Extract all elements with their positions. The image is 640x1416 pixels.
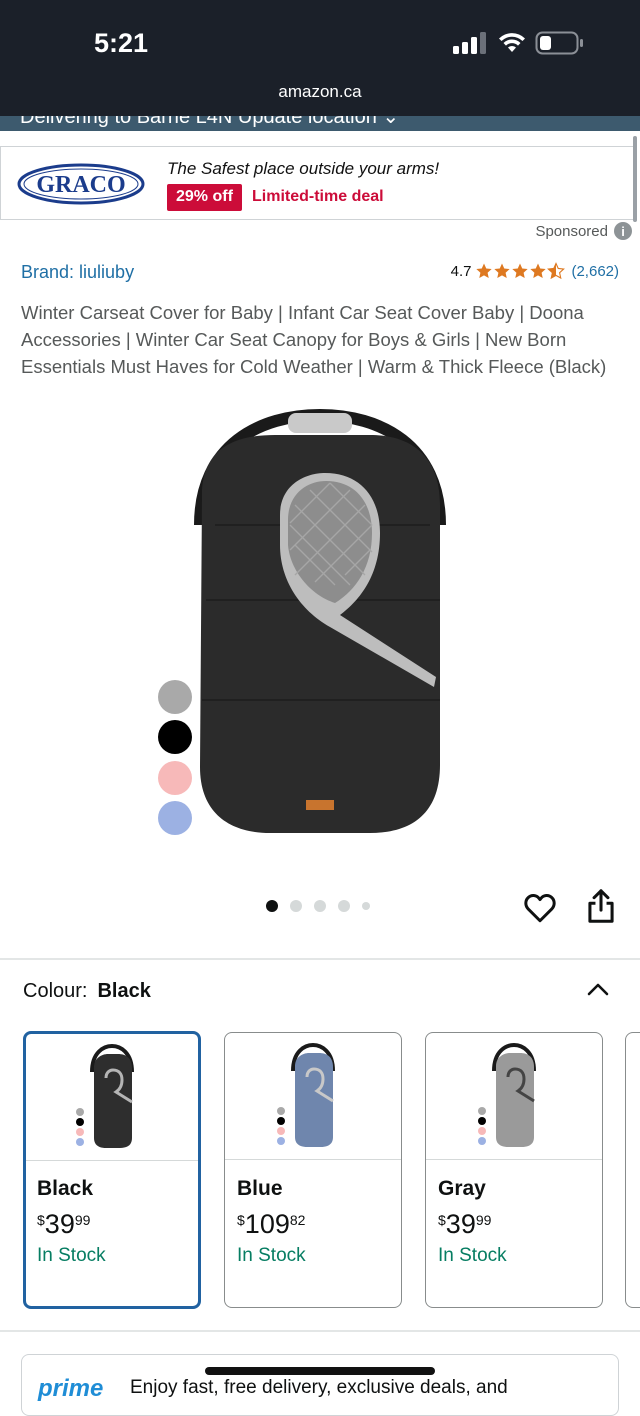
price-whole: 39 — [445, 1209, 476, 1239]
price-whole: 39 — [44, 1209, 75, 1239]
home-indicator[interactable] — [205, 1367, 435, 1375]
section-divider — [0, 1330, 640, 1332]
colour-option-black[interactable]: Black $39 99 In Stock — [23, 1031, 201, 1309]
section-divider — [0, 958, 640, 960]
half-star-icon — [547, 262, 566, 280]
colour-option-thumbnail — [426, 1033, 602, 1160]
sponsored-ad-banner[interactable]: GRACO The Safest place outside your arms… — [0, 146, 634, 220]
colour-option-name: Gray — [438, 1177, 486, 1200]
stock-status: In Stock — [237, 1245, 306, 1266]
cellular-signal-icon — [453, 32, 486, 54]
carousel-dot[interactable] — [338, 900, 350, 912]
price-fraction: 99 — [475, 1212, 492, 1228]
star-icon — [512, 263, 529, 279]
delivery-location-text: Delivering to Barrie L4N Update location… — [20, 116, 400, 128]
rating-summary[interactable]: 4.7 (2,662) — [451, 262, 619, 280]
price-fraction: 99 — [74, 1212, 91, 1228]
brand-link[interactable]: Brand: liuliuby — [21, 262, 134, 283]
price-symbol: $ — [438, 1212, 446, 1228]
star-icon — [476, 263, 493, 279]
sponsored-label[interactable]: Sponsored i — [535, 222, 632, 240]
prime-promo[interactable]: prime Enjoy fast, free delivery, exclusi… — [21, 1354, 619, 1416]
product-title: Winter Carseat Cover for Baby | Infant C… — [21, 302, 607, 377]
clock: 5:21 — [94, 28, 149, 58]
deal-label: Limited-time deal — [252, 188, 384, 205]
car-seat-cover-illustration — [194, 408, 446, 833]
info-icon[interactable]: i — [614, 222, 632, 240]
status-bar: 5:21 amazon.ca — [0, 0, 640, 116]
graco-logo: GRACO — [17, 163, 145, 205]
colour-option-thumbnail — [225, 1033, 401, 1160]
car-seat-thumbnail — [277, 1042, 335, 1147]
heart-icon[interactable] — [522, 890, 558, 926]
star-icon — [494, 263, 511, 279]
wifi-icon — [499, 33, 525, 52]
colour-option-price: $39 99 — [37, 1209, 90, 1240]
carousel-dot[interactable] — [314, 900, 326, 912]
colour-selected-value: Black — [97, 980, 151, 1002]
swatch-pink — [158, 761, 192, 795]
colour-option-next-peek[interactable] — [625, 1032, 640, 1308]
prime-promo-text: Enjoy fast, free delivery, exclusive dea… — [130, 1377, 508, 1398]
prime-logo: prime — [38, 1375, 104, 1402]
colour-option-name: Black — [37, 1177, 94, 1200]
product-image[interactable] — [0, 405, 640, 875]
car-seat-thumbnail — [478, 1042, 536, 1147]
car-seat-thumbnail — [76, 1043, 134, 1148]
sponsored-text: Sponsored — [535, 222, 608, 240]
stock-status: In Stock — [438, 1245, 507, 1266]
colour-selector-header: Colour: Black — [23, 980, 151, 1003]
star-icon — [530, 263, 547, 279]
colour-option-blue[interactable]: Blue $109 82 In Stock — [224, 1032, 402, 1308]
image-carousel-dots[interactable] — [266, 900, 370, 912]
price-fraction: 82 — [289, 1212, 306, 1228]
scroll-indicator — [633, 136, 637, 222]
rating-value: 4.7 — [450, 262, 472, 280]
delivery-location-bar[interactable]: Delivering to Barrie L4N Update location… — [0, 116, 640, 131]
colour-label: Colour: — [23, 980, 88, 1002]
chevron-up-icon[interactable] — [586, 980, 610, 998]
swatch-black — [158, 720, 192, 754]
carousel-dot[interactable] — [290, 900, 302, 912]
swatch-gray — [158, 680, 192, 714]
colour-option-price: $109 82 — [237, 1209, 305, 1240]
carousel-dot[interactable] — [362, 902, 370, 910]
colour-option-price: $39 99 — [438, 1209, 491, 1240]
price-symbol: $ — [37, 1212, 45, 1228]
share-icon[interactable] — [584, 888, 618, 924]
star-rating — [475, 262, 566, 280]
carousel-dot[interactable] — [266, 900, 278, 912]
discount-badge: 29% off — [167, 184, 242, 211]
colour-option-gray[interactable]: Gray $39 99 In Stock — [425, 1032, 603, 1308]
ad-tagline: The Safest place outside your arms! — [167, 159, 440, 178]
price-whole: 109 — [244, 1209, 290, 1239]
swatch-blue — [158, 801, 192, 835]
price-symbol: $ — [237, 1212, 245, 1228]
graco-logo-text: GRACO — [36, 172, 125, 198]
stock-status: In Stock — [37, 1245, 106, 1266]
colour-option-name: Blue — [237, 1177, 283, 1200]
url-bar[interactable]: amazon.ca — [0, 82, 640, 102]
rating-count: (2,662) — [571, 262, 619, 280]
colour-option-thumbnail — [26, 1034, 198, 1161]
battery-icon — [535, 31, 583, 55]
